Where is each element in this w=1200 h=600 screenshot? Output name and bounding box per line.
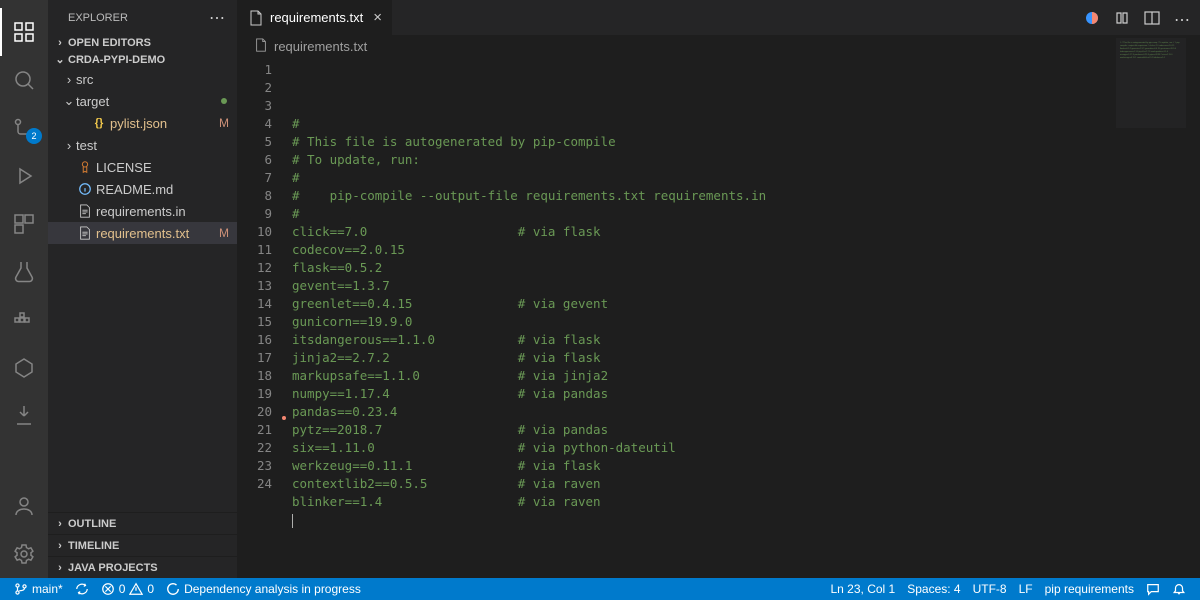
activity-pin[interactable] [0,392,48,440]
sidebar: EXPLORER ⋯ › OPEN EDITORS ⌄ CRDA-PYPI-DE… [48,0,238,578]
breadcrumbs[interactable]: requirements.txt [238,35,1200,57]
chevron-right-icon: › [62,138,76,153]
close-icon[interactable]: × [373,9,382,26]
error-marker [282,416,286,420]
file-icon [76,182,94,196]
section-outline[interactable]: › OUTLINE [48,512,237,534]
tab-actions: ⋯ [1074,0,1200,35]
file-icon: {} [90,117,108,129]
file-icon [76,226,94,240]
tab-bar: requirements.txt × ⋯ [238,0,1200,35]
activity-explorer[interactable] [0,8,48,56]
status-feedback-icon[interactable] [1140,582,1166,596]
chevron-down-icon: ⌄ [62,93,76,109]
modified-dot [221,98,227,104]
activity-bar: 2 [0,0,48,578]
git-status: M [219,226,229,240]
status-bell-icon[interactable] [1166,582,1192,596]
color-mode-icon[interactable] [1084,10,1100,26]
activity-settings[interactable] [0,530,48,578]
status-task[interactable]: Dependency analysis in progress [160,582,367,596]
status-sync[interactable] [69,582,95,596]
sidebar-title: EXPLORER [68,12,128,24]
editor-area: requirements.txt × ⋯ requireme [238,0,1200,578]
file-icon [254,38,268,55]
status-encoding[interactable]: UTF-8 [967,582,1013,596]
git-status: M [219,116,229,130]
activity-scm[interactable]: 2 [0,104,48,152]
activity-kubernetes[interactable] [0,344,48,392]
activity-search[interactable] [0,56,48,104]
tree-file[interactable]: requirements.in [48,200,237,222]
file-tree: ›src⌄target{}pylist.jsonM›testLICENSEREA… [48,68,237,512]
activity-testing[interactable] [0,248,48,296]
tree-folder[interactable]: ›test [48,134,237,156]
scm-badge: 2 [26,128,42,144]
chevron-down-icon: ⌄ [52,53,68,66]
sidebar-more-icon[interactable]: ⋯ [209,8,225,28]
status-bar: main* 0 0 Dependency analysis in progres… [0,578,1200,600]
line-numbers: 123456789101112131415161718192021222324 [238,57,284,578]
section-project[interactable]: ⌄ CRDA-PYPI-DEMO [48,51,237,68]
tab-requirements[interactable]: requirements.txt × [238,0,393,35]
status-eol[interactable]: LF [1013,582,1039,596]
editor-body[interactable]: 123456789101112131415161718192021222324 … [238,57,1200,578]
chevron-right-icon: › [52,562,68,574]
tree-folder[interactable]: ›src [48,68,237,90]
tree-file[interactable]: {}pylist.jsonM [48,112,237,134]
tree-file[interactable]: LICENSE [48,156,237,178]
chevron-right-icon: › [52,518,68,530]
breadcrumb-label: requirements.txt [274,39,367,54]
status-indent[interactable]: Spaces: 4 [901,582,966,596]
activity-debug[interactable] [0,152,48,200]
tree-file[interactable]: README.md [48,178,237,200]
chevron-right-icon: › [62,72,76,87]
split-editor-icon[interactable] [1144,10,1160,26]
activity-docker[interactable] [0,296,48,344]
file-icon [76,204,94,218]
file-icon [76,160,94,174]
activity-extensions[interactable] [0,200,48,248]
status-problems[interactable]: 0 0 [95,582,160,596]
tree-file[interactable]: requirements.txtM [48,222,237,244]
chevron-right-icon: › [52,540,68,552]
section-java-projects[interactable]: › JAVA PROJECTS [48,556,237,578]
file-icon [248,10,264,26]
section-open-editors[interactable]: › OPEN EDITORS [48,35,237,51]
compare-icon[interactable] [1114,10,1130,26]
section-timeline[interactable]: › TIMELINE [48,534,237,556]
status-language[interactable]: pip requirements [1039,582,1140,596]
sidebar-header: EXPLORER ⋯ [48,0,237,35]
chevron-right-icon: › [52,37,68,49]
tab-label: requirements.txt [270,10,363,25]
more-icon[interactable]: ⋯ [1174,10,1190,26]
tree-folder[interactable]: ⌄target [48,90,237,112]
status-branch[interactable]: main* [8,582,69,596]
status-cursor[interactable]: Ln 23, Col 1 [825,582,902,596]
activity-account[interactable] [0,482,48,530]
code-content[interactable]: ## This file is autogenerated by pip-com… [284,57,1200,578]
